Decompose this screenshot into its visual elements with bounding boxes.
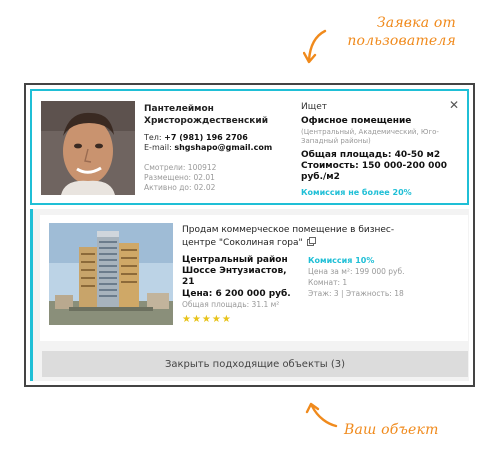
property-type: Офисное помещение — [301, 116, 412, 126]
requested-area: Общая площадь: 40-50 м2 — [301, 150, 441, 160]
requested-cost: Стоимость: 150 000-200 000 руб./м2 — [301, 161, 447, 182]
user-info: Пантелеймон Христорождественский Тел: +7… — [144, 103, 294, 193]
accent-bar — [30, 209, 33, 381]
annotation-arrow-icon — [305, 402, 338, 428]
matching-objects: Продам коммерческое помещение в бизнес-ц… — [30, 209, 469, 381]
annotation-your-object: Ваш объект — [344, 422, 439, 438]
object-title[interactable]: Продам коммерческое помещение в бизнес-ц… — [182, 224, 412, 250]
posted-date: Размещено: 02.01 — [144, 173, 215, 182]
user-name: Пантелеймон Христорождественский — [144, 104, 269, 126]
seeks-label: Ищет — [301, 102, 327, 112]
object-location: Центральный район Шоссе Энтузиастов, 21 — [182, 255, 288, 287]
listing-frame: Пантелеймон Христорождественский Тел: +7… — [24, 83, 475, 387]
requested-commission: Комиссия не более 20% — [301, 188, 412, 197]
object-extra-info: Комиссия 10% Цена за м²: 199 000 руб. Ко… — [308, 255, 458, 299]
object-title-text[interactable]: Продам коммерческое помещение в бизнес-ц… — [182, 225, 394, 248]
rating-stars-icon: ★★★★★ — [182, 314, 232, 325]
email-value[interactable]: shgshapo@gmail.com — [174, 143, 272, 152]
active-until: Активно до: 02.02 — [144, 183, 216, 192]
avatar — [41, 101, 135, 195]
phone-label: Тел: — [144, 133, 162, 142]
copy-icon[interactable] — [306, 237, 316, 246]
annotation-arrow-icon — [303, 29, 327, 64]
object-card: Продам коммерческое помещение в бизнес-ц… — [40, 215, 468, 341]
email-label: E-mail: — [144, 143, 172, 152]
object-photo[interactable] — [49, 223, 173, 325]
request-card: Пантелеймон Христорождественский Тел: +7… — [30, 89, 469, 205]
close-matching-objects-button[interactable]: Закрыть подходящие объекты (3) — [42, 351, 468, 377]
close-icon[interactable]: ✕ — [447, 98, 461, 112]
object-price-per-m2: Цена за м²: 199 000 руб. — [308, 267, 405, 276]
object-commission: Комиссия 10% — [308, 256, 375, 265]
request-details: Ищет Офисное помещение (Центральный, Ака… — [301, 101, 451, 198]
districts: (Центральный, Академический, Юго-Западны… — [301, 128, 439, 145]
object-price: Цена: 6 200 000 руб. — [182, 289, 291, 299]
page: Заявка от пользователя Пантелеймон Христ… — [0, 0, 500, 450]
object-floor: Этаж: 3 | Этажность: 18 — [308, 289, 404, 298]
user-phone: Тел: +7 (981) 196 2706 — [144, 133, 294, 143]
annotation-user-request: Заявка от пользователя — [347, 15, 456, 49]
object-rooms: Комнат: 1 — [308, 278, 348, 287]
object-main-info: Центральный район Шоссе Энтузиастов, 21 … — [182, 255, 292, 326]
views-count: Смотрели: 100912 — [144, 163, 217, 172]
object-area: Общая площадь: 31.1 м² — [182, 300, 280, 309]
user-email: E-mail: shgshapo@gmail.com — [144, 143, 294, 153]
phone-value[interactable]: +7 (981) 196 2706 — [164, 133, 248, 142]
